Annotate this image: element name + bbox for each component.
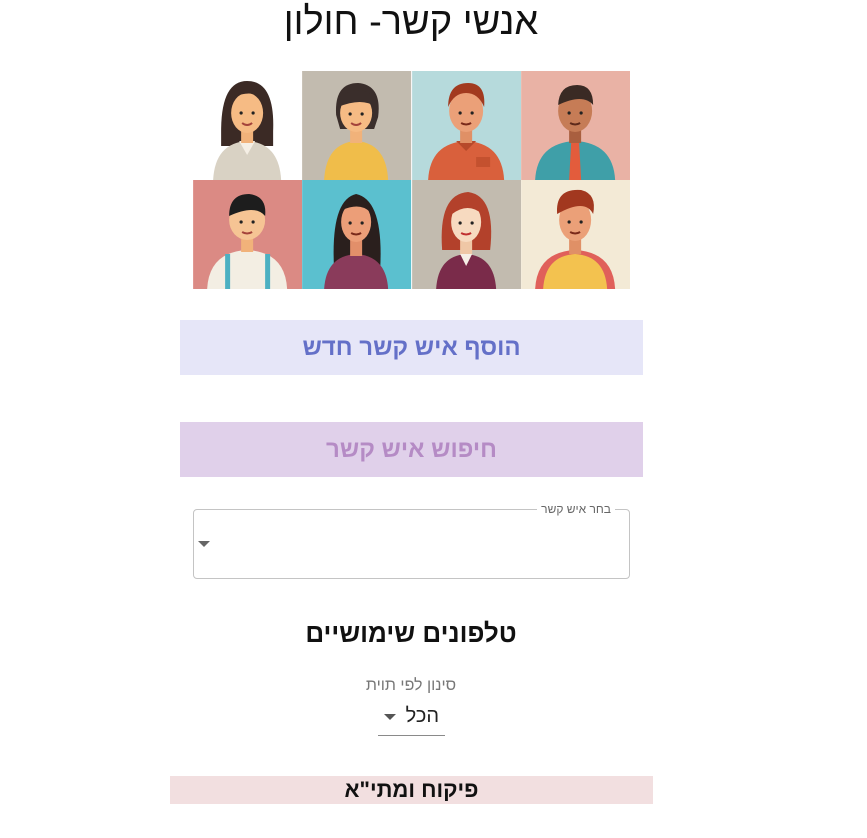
avatar-man-orange-shirt-icon [411,71,521,180]
contact-select-label: בחר איש קשר [537,502,615,516]
avatar-man-yellow-vest [520,180,630,289]
tag-filter-value: הכל [405,705,439,727]
chevron-down-icon[interactable] [198,541,210,547]
page-title: אנשי קשר- חולון [283,1,539,43]
avatar-man-suspenders [193,180,303,289]
contact-select[interactable]: בחר איש קשר [193,502,630,579]
tag-filter-select[interactable]: הכל [378,702,445,736]
avatar-woman-yellow-sweater [302,71,412,180]
avatar-woman-dark-hair-icon [193,71,303,180]
avatar-woman-dark-hair [193,71,303,180]
avatar-grid [193,71,630,289]
chevron-down-icon[interactable] [384,714,396,720]
avatar-woman-long-hair-icon [302,180,412,289]
useful-phones-title: טלפונים שימושיים [305,618,517,648]
avatar-woman-yellow-sweater-icon [302,71,412,180]
avatar-man-teal-shirt-tie [520,71,630,180]
add-contact-button[interactable]: הוסף איש קשר חדש [180,320,643,375]
search-contact-button[interactable]: חיפוש איש קשר [180,422,643,477]
filter-label: סינון לפי תוית [365,677,457,694]
category-header[interactable]: פיקוח ומתי"א [170,776,653,804]
avatar-man-teal-shirt-tie-icon [520,71,630,180]
avatar-man-suspenders-icon [193,180,303,289]
avatar-woman-red-hair [411,180,521,289]
avatar-man-orange-shirt [411,71,521,180]
avatar-woman-long-hair [302,180,412,289]
avatar-woman-red-hair-icon [411,180,521,289]
avatar-man-yellow-vest-icon [520,180,630,289]
